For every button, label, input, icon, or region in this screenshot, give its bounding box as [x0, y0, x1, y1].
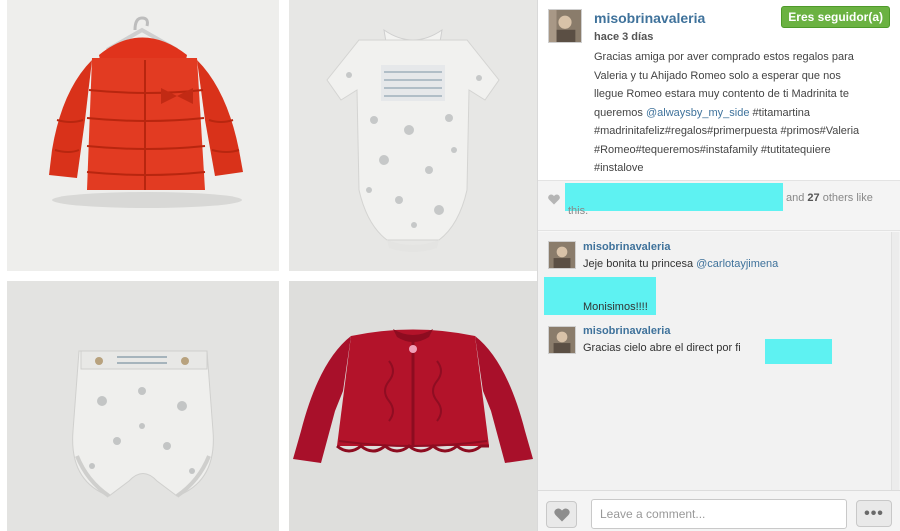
likes-and-label: and [786, 192, 805, 204]
caption-text: Gracias amiga por aver comprado estos re… [594, 48, 890, 178]
likes-others-label: others like [822, 192, 873, 204]
user-avatar[interactable] [548, 9, 582, 43]
post-timestamp: hace 3 días [594, 31, 654, 43]
red-puffer-coat-photo [7, 0, 279, 271]
caption-line: #instalove [594, 162, 644, 174]
redacted-mention [765, 339, 832, 364]
comment-text: Monisimos!!!! [583, 301, 648, 313]
likes-section: and 27 others like this. [538, 181, 900, 231]
more-options-icon: ••• [864, 504, 884, 522]
caption-text-fragment: #titamartina [749, 106, 811, 119]
red-knit-cardigan-photo [289, 281, 537, 531]
likes-count-text[interactable]: and 27 others like [786, 192, 873, 204]
comment-footer: ••• [538, 490, 900, 531]
like-button[interactable] [546, 501, 577, 528]
caption-line: queremos @alwaysby_my_side #titamartina [594, 104, 890, 123]
heart-icon [548, 194, 560, 205]
white-bloomers-photo [7, 281, 279, 531]
caption-line: llegue Romeo estara muy contento de ti M… [594, 88, 849, 100]
post-username-link[interactable]: misobrinavaleria [594, 10, 705, 26]
caption-line: #madrinitafeliz#regalos#primerpuesta #pr… [594, 125, 860, 137]
commenter-avatar[interactable] [548, 326, 576, 354]
more-options-button[interactable]: ••• [856, 500, 892, 527]
comment-username-link[interactable]: misobrinavaleria [583, 325, 670, 337]
caption-mention-link[interactable]: @alwaysby_my_side [646, 107, 750, 119]
photo-collage [0, 0, 537, 531]
comment-username-link[interactable]: misobrinavaleria [583, 241, 670, 253]
comment-text-fragment: Jeje bonita tu princesa [583, 258, 697, 270]
likes-count: 27 [807, 192, 820, 204]
redacted-liker-names [565, 183, 783, 211]
caption-line: Valeria y tu Ahijado Romeo solo a espera… [594, 69, 841, 82]
comments-list: misobrinavaleria Jeje bonita tu princesa… [538, 232, 900, 490]
likes-tail-text: this. [568, 205, 589, 217]
post-panel: misobrinavaleria Eres seguidor(a) hace 3… [537, 0, 900, 531]
white-smocked-romper-photo [289, 0, 537, 271]
caption-line: Gracias amiga por aver comprado estos re… [594, 51, 854, 63]
comment-text: Gracias cielo abre el direct por fi [583, 342, 741, 354]
commenter-avatar[interactable] [548, 241, 576, 269]
heart-icon [554, 508, 570, 522]
caption-section: misobrinavaleria Eres seguidor(a) hace 3… [538, 0, 900, 181]
caption-line: #Romeo#tequeremos#instafamily #tutitateq… [594, 143, 831, 156]
comment-text: Jeje bonita tu princesa @carlotayjimena [583, 258, 778, 270]
comments-scrollbar[interactable] [891, 232, 899, 490]
comment-input[interactable] [591, 499, 847, 529]
follow-button[interactable]: Eres seguidor(a) [781, 6, 890, 28]
comment-mention-link[interactable]: @carlotayjimena [696, 258, 778, 270]
caption-text-fragment: queremos [594, 106, 646, 119]
